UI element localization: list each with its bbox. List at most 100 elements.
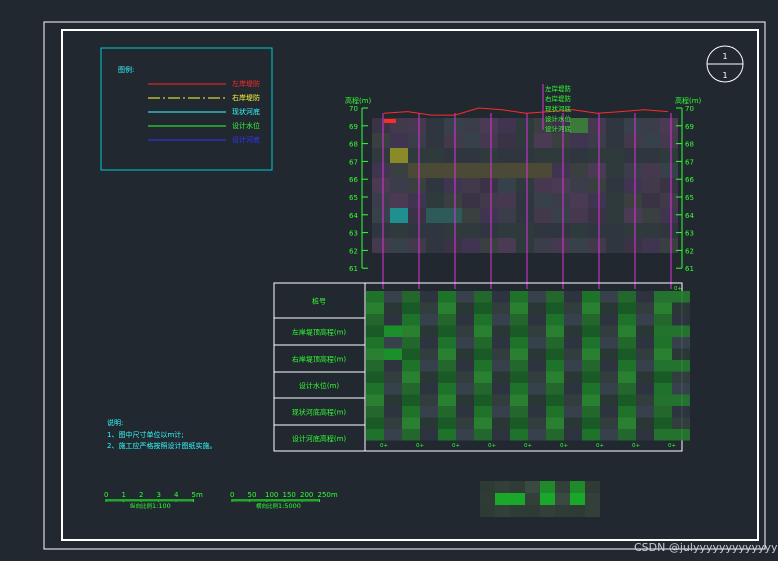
table-cell [636,337,654,349]
table-cell [402,291,420,303]
outer-frame [43,21,766,550]
legend-label-2: 现状河底 [232,107,260,116]
table-row-label: 现状河底高程(m) [292,408,347,417]
table-bottom-tick: 0+ [488,443,496,449]
table-cell [474,348,492,360]
legend-title: 图例: [118,65,134,74]
table-cell [456,302,474,314]
table-cell [600,417,618,429]
table-cell [672,348,690,360]
table-cell [366,291,384,303]
profile-cell [642,118,660,133]
profile-cell [480,163,498,178]
title-block-cell [585,481,600,493]
table-cell [618,383,636,395]
table-cell [366,314,384,326]
table-cell [384,394,402,406]
table-cell [456,325,474,337]
profile-cell [660,238,678,253]
scale-ratio: 1:5000 [278,502,301,510]
table-cell [420,360,438,372]
table-cell [600,325,618,337]
table-cell [582,314,600,326]
profile-cell [588,223,606,238]
scale-tick-label: 150 [283,491,296,499]
title-block-cell [525,493,540,505]
left-axis-title: 高程(m) [345,96,372,105]
table-cell [672,314,690,326]
title-block-cell [495,481,510,493]
title-block-cell [555,505,570,517]
cad-drawing-canvas[interactable]: 1 1 图例: 左岸堤防右岸堤防现状河底设计水位设计河底 高程(m) 高程(m)… [0,0,778,561]
table-cell [402,348,420,360]
profile-cell [588,238,606,253]
profile-cell [516,178,534,193]
table-cell [582,325,600,337]
title-block-cell [480,505,495,517]
table-cell [672,394,690,406]
profile-cell [624,223,642,238]
table-bottom-tick: 0+ [632,443,640,449]
table-cell [384,417,402,429]
table-top-right-tick: 0+ [674,286,682,292]
table-cell [600,394,618,406]
table-cell [672,371,690,383]
y-tick-label-left: 65 [349,194,358,202]
profile-cell [624,163,642,178]
table-cell [546,348,564,360]
profile-cell [480,238,498,253]
table-cell [654,314,672,326]
title-block-cell [540,505,555,517]
profile-cell [372,163,390,178]
table-cell [420,429,438,441]
profile-cell [552,223,570,238]
table-cell [456,371,474,383]
table-cell [672,417,690,429]
table-cell [438,360,456,372]
profile-cell [642,163,660,178]
table-cell [600,360,618,372]
table-cell [402,406,420,418]
table-cell [618,348,636,360]
profile-cell [462,118,480,133]
table-cell [618,417,636,429]
table-cell [636,406,654,418]
profile-cell [516,223,534,238]
table-cell [366,394,384,406]
profile-cell [570,193,588,208]
profile-cell [660,208,678,223]
profile-cell [570,133,588,148]
profile-cell [642,133,660,148]
profile-cell [462,178,480,193]
scale-label: 横向比例 [256,502,279,510]
table-mosaic [366,291,690,441]
table-cell [582,337,600,349]
profile-cell [552,238,570,253]
table-cell [528,302,546,314]
profile-cell [462,223,480,238]
profile-cell [534,238,552,253]
y-tick-label-right: 69 [685,123,694,131]
profile-cell [444,223,462,238]
profile-cell [534,163,552,178]
profile-cell [444,133,462,148]
table-cell [600,371,618,383]
table-cell [510,417,528,429]
title-block-mosaic [480,481,600,517]
table-cell [528,406,546,418]
table-cell [402,394,420,406]
title-block-cell [540,493,555,505]
profile-cell [498,223,516,238]
table-cell [564,337,582,349]
profile-cell [588,178,606,193]
profile-cell [390,208,408,223]
table-cell [366,348,384,360]
table-cell [654,291,672,303]
profile-cell [516,118,534,133]
table-cell [456,348,474,360]
table-row-label: 设计河底高程(m) [292,434,347,443]
profile-cell [426,178,444,193]
table-cell [618,302,636,314]
profile-cell [498,238,516,253]
watermark: CSDN @julyyyyyyyyyyyyyy [634,541,778,554]
